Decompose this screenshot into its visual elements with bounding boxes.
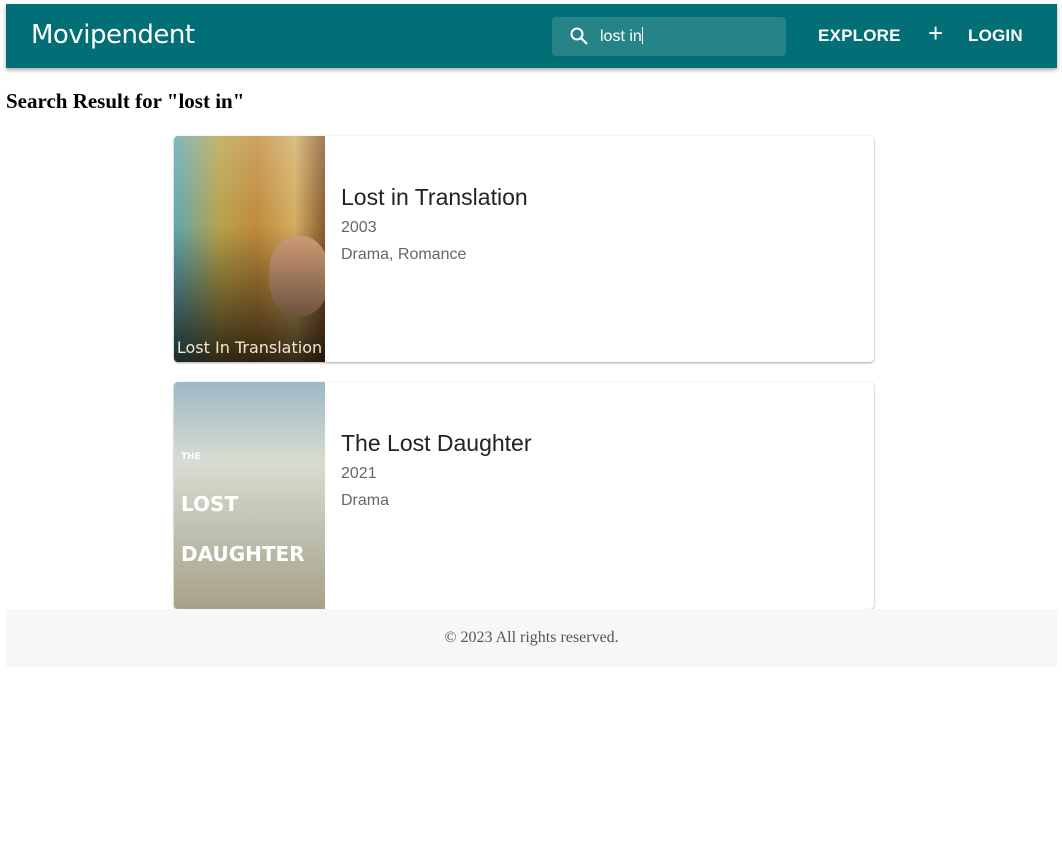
movie-genres: Drama, Romance — [341, 246, 467, 263]
movie-title[interactable]: The Lost Daughter — [341, 430, 532, 457]
logo[interactable]: Movipendent — [31, 20, 195, 50]
search-box[interactable]: lost in — [552, 17, 786, 56]
explore-button[interactable]: EXPLORE — [818, 26, 901, 46]
search-value: lost in — [600, 28, 642, 45]
movie-card[interactable]: Lost In Translation Lost in Translation … — [174, 136, 874, 362]
poster-text: LOST — [181, 492, 239, 516]
poster-text: DAUGHTER — [181, 542, 305, 566]
movie-title[interactable]: Lost in Translation — [341, 184, 528, 211]
poster-text: THE — [181, 452, 201, 462]
copyright-text: © 2023 All rights reserved. — [444, 629, 619, 646]
search-input[interactable]: lost in — [600, 27, 643, 46]
poster-text: Lost In Translation — [176, 338, 323, 357]
plus-icon[interactable]: + — [928, 18, 943, 49]
footer: © 2023 All rights reserved. — [6, 609, 1057, 667]
movie-card[interactable]: THE LOST DAUGHTER The Lost Daughter 2021… — [174, 382, 874, 609]
app-bar: Movipendent lost in EXPLORE + LOGIN — [6, 4, 1057, 68]
movie-year: 2003 — [341, 219, 377, 236]
login-button[interactable]: LOGIN — [968, 26, 1023, 46]
movie-genres: Drama — [341, 492, 390, 509]
search-icon — [570, 27, 588, 45]
movie-poster: Lost In Translation — [174, 136, 325, 362]
page-title: Search Result for "lost in" — [6, 89, 245, 113]
movie-poster: THE LOST DAUGHTER — [174, 382, 325, 609]
movie-year: 2021 — [341, 465, 377, 482]
